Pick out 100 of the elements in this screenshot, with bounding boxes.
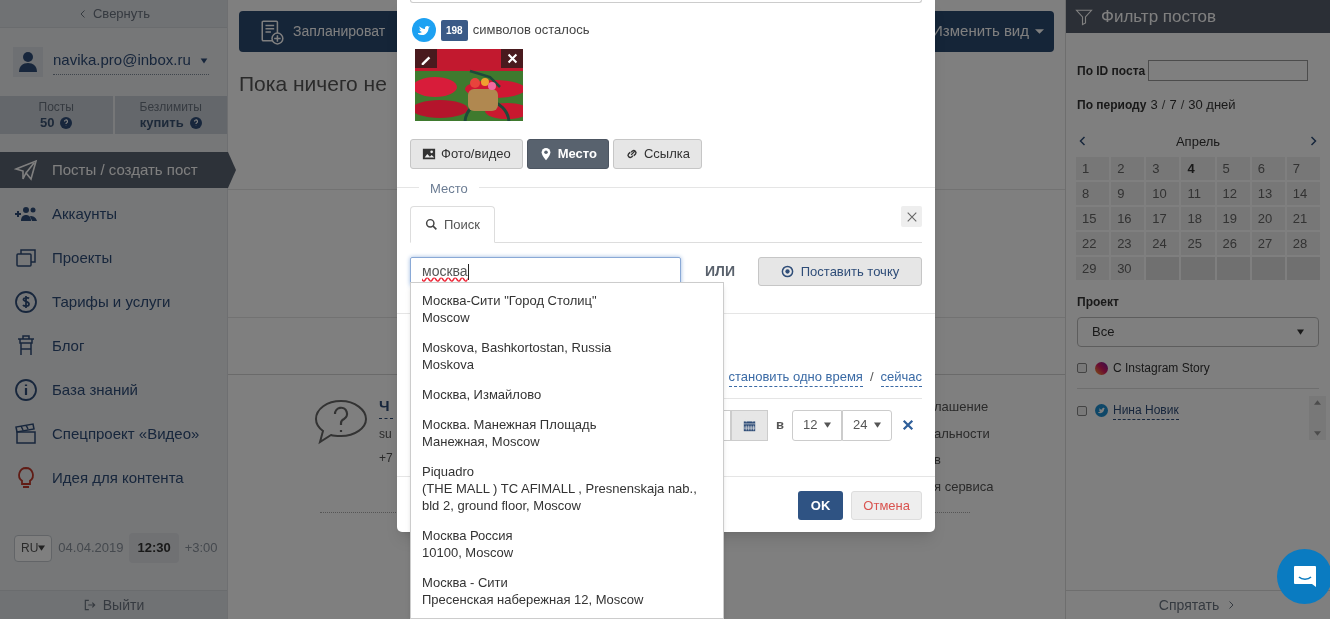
separator-text: / xyxy=(1180,96,1185,114)
twitter-icon xyxy=(1095,404,1108,417)
calendar-day[interactable]: 23 xyxy=(1111,232,1145,255)
stat-value: купить xyxy=(139,115,184,130)
account-link[interactable]: Нина Новик xyxy=(1113,401,1179,420)
nav-item[interactable]: Тарифы и услуги xyxy=(0,284,228,320)
calendar-day[interactable]: 27 xyxy=(1251,232,1285,255)
scroll-up-icon xyxy=(1314,400,1321,405)
checkbox[interactable] xyxy=(1077,405,1087,416)
suggestion-item[interactable]: Москва - Сити Пресенская набережная 12, Moscow xyxy=(411,574,723,619)
twitter-icon xyxy=(412,18,436,42)
nav-item[interactable]: Спецпроект «Видео» xyxy=(0,416,228,452)
time-text: 12:30 xyxy=(129,533,179,563)
nav-item[interactable]: Идея для контента xyxy=(0,460,228,496)
suggestion-item[interactable]: Москва. Манежная Площадь Манежная, Moscow xyxy=(411,416,723,463)
calendar-day[interactable]: 7 xyxy=(1286,157,1320,180)
calendar-day[interactable]: 13 xyxy=(1251,182,1285,205)
clapperboard-icon xyxy=(14,422,38,446)
calendar-day[interactable]: 17 xyxy=(1146,207,1180,230)
language-select[interactable]: RU xyxy=(14,534,53,562)
calendar-day[interactable]: 4 xyxy=(1181,157,1215,180)
logout-button[interactable]: Выйти xyxy=(0,590,227,619)
chat-button[interactable] xyxy=(1277,549,1330,604)
ok-button[interactable]: OK xyxy=(797,491,844,520)
period-link[interactable]: 7 xyxy=(1169,95,1177,115)
suggestion-item[interactable]: Москва, Измайлово xyxy=(411,386,723,416)
calendar-day[interactable]: 28 xyxy=(1286,232,1320,255)
paper-plane-icon xyxy=(14,158,38,182)
remove-button[interactable] xyxy=(501,49,523,68)
attach-button[interactable]: Место xyxy=(526,139,609,169)
hour-select[interactable]: 12 xyxy=(792,409,842,441)
nav-item[interactable]: Посты / создать пост xyxy=(0,152,236,188)
calendar-day[interactable]: 19 xyxy=(1216,207,1250,230)
calendar-day[interactable]: 26 xyxy=(1216,232,1250,255)
close-button[interactable] xyxy=(901,206,922,227)
calendar-day[interactable]: 16 xyxy=(1111,207,1145,230)
nav-item[interactable]: Блог xyxy=(0,328,228,364)
time-link[interactable]: становить одно время xyxy=(728,366,863,388)
set-point-button[interactable]: Поставить точку xyxy=(758,257,922,286)
message-field[interactable] xyxy=(410,0,922,3)
period-link[interactable]: 3 xyxy=(1150,95,1158,115)
calendar-day[interactable]: 10 xyxy=(1146,182,1180,205)
calendar-day[interactable]: 9 xyxy=(1111,182,1145,205)
calendar-day[interactable]: 5 xyxy=(1216,157,1250,180)
calendar-day[interactable]: 8 xyxy=(1076,182,1110,205)
search-tab[interactable]: Поиск xyxy=(410,206,496,243)
period-label: По периоду xyxy=(1077,96,1147,114)
collapse-button[interactable]: Свернуть xyxy=(0,0,227,28)
close-icon xyxy=(506,53,518,64)
stat-value: 50 xyxy=(40,115,55,130)
calendar-day[interactable]: 15 xyxy=(1076,207,1110,230)
calendar-day[interactable]: 1 xyxy=(1076,157,1110,180)
support-email: su xyxy=(379,425,393,443)
period-link[interactable]: 30 дней xyxy=(1188,95,1236,115)
help-icon xyxy=(60,116,73,129)
calendar-day[interactable]: 29 xyxy=(1076,257,1110,280)
calendar-day[interactable]: 6 xyxy=(1251,157,1285,180)
calendar-day[interactable]: 22 xyxy=(1076,232,1110,255)
calendar-button[interactable] xyxy=(731,409,768,441)
calendar-day[interactable]: 30 xyxy=(1111,257,1145,280)
calendar-day[interactable]: 25 xyxy=(1181,232,1215,255)
suggestion-item[interactable]: Piquadro (THE MALL ) TC AFIMALL , Presnenskaja nab., bld 2, ground floor, Moscow xyxy=(411,463,723,527)
hide-button[interactable]: Спрятать xyxy=(1158,594,1238,616)
edit-button[interactable] xyxy=(415,49,437,68)
calendar-day[interactable]: 11 xyxy=(1181,182,1215,205)
calendar-day[interactable]: 18 xyxy=(1181,207,1215,230)
cancel-button[interactable]: Отмена xyxy=(851,491,922,520)
nav-item[interactable]: Аккаунты xyxy=(0,196,228,232)
suggestion-item[interactable]: Москва Россия 10100, Moscow xyxy=(411,527,723,574)
calendar-day[interactable]: 14 xyxy=(1286,182,1320,205)
month-label: Апрель xyxy=(1175,132,1221,151)
checkbox[interactable] xyxy=(1077,363,1087,373)
calendar-day[interactable]: 12 xyxy=(1216,182,1250,205)
calendar-add-icon xyxy=(259,18,285,45)
schedule-button[interactable]: Запланироват xyxy=(239,11,397,52)
calendar-day[interactable]: 2 xyxy=(1111,157,1145,180)
attach-button[interactable]: Фото/видео xyxy=(410,139,523,169)
calendar-day[interactable]: 20 xyxy=(1251,207,1285,230)
calendar-day[interactable]: 3 xyxy=(1146,157,1180,180)
footer-link[interactable]: лашение xyxy=(934,397,994,417)
instagram-icon xyxy=(1095,361,1108,375)
time-link[interactable]: сейчас xyxy=(880,366,922,388)
caret-icon xyxy=(824,422,831,428)
link-icon xyxy=(624,147,639,161)
nav-item[interactable]: База знаний xyxy=(0,372,228,408)
attach-button[interactable]: Ссылка xyxy=(612,139,702,169)
post-id-field[interactable] xyxy=(1148,60,1309,81)
suggestion-item[interactable]: Москва-Сити "Город Столиц" Moscow xyxy=(411,292,723,339)
nav-item[interactable]: Проекты xyxy=(0,240,228,276)
footer-link[interactable]: в xyxy=(934,450,994,470)
suggestion-item[interactable]: Moskova, Bashkortostan, Russia Moskova xyxy=(411,339,723,386)
logout-icon xyxy=(82,598,97,612)
minute-select[interactable]: 24 xyxy=(842,409,892,441)
project-select[interactable]: Все xyxy=(1077,317,1319,347)
calendar-day[interactable]: 24 xyxy=(1146,232,1180,255)
scrollbar[interactable] xyxy=(1309,396,1326,440)
folders-icon xyxy=(14,246,38,270)
account-menu[interactable]: navika.pro@inbox.ru xyxy=(53,49,209,75)
footer-link[interactable]: альности xyxy=(934,423,994,443)
calendar-day[interactable]: 21 xyxy=(1286,207,1320,230)
